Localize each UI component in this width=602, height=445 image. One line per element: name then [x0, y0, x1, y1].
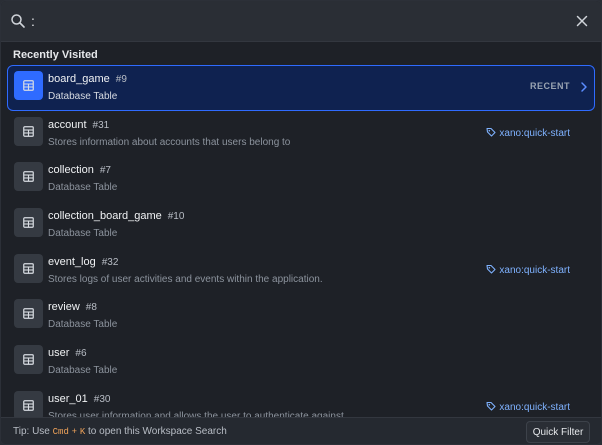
item-id: #8: [85, 302, 97, 314]
item-id: #6: [75, 348, 87, 360]
item-description: Stores information about accounts that u…: [48, 136, 291, 148]
item-name: board_game: [48, 73, 110, 85]
tag-label: xano:quick-start: [499, 264, 570, 276]
item-id: #31: [92, 119, 110, 131]
item-name: account: [48, 118, 87, 131]
item-title: user_01 #30: [48, 393, 110, 405]
table-icon: [14, 208, 43, 238]
tip-suffix: to open this Workspace Search: [88, 426, 227, 437]
list-item[interactable]: collection #7 Database Table: [7, 156, 595, 202]
quick-filter-button[interactable]: Quick Filter: [526, 421, 590, 443]
item-title: account #31: [48, 119, 109, 131]
kbd-plus: +: [71, 427, 78, 437]
item-tag[interactable]: xano:quick-start: [486, 264, 570, 277]
item-name: review: [48, 301, 80, 314]
search-input[interactable]: [31, 10, 551, 32]
footer: Tip: Use Cmd + K to open this Workspace …: [1, 417, 601, 444]
list-item[interactable]: user #6 Database Table: [7, 339, 595, 385]
list-item[interactable]: user_01 #30 Stores user information and al…: [7, 385, 595, 417]
table-icon: [14, 253, 43, 283]
list-item[interactable]: collection_board_game #10 Database Table: [7, 202, 595, 248]
table-icon: [14, 299, 43, 329]
table-icon: [14, 390, 43, 417]
item-title: board_game #9: [48, 73, 127, 85]
table-icon: [14, 162, 43, 192]
recent-badge: RECENT: [529, 81, 570, 91]
item-name: event_log: [48, 255, 96, 268]
item-description: Database Table: [48, 319, 118, 331]
kbd-cmd: Cmd: [52, 427, 69, 437]
tag-icon: [486, 401, 496, 414]
kbd-k: K: [79, 427, 86, 437]
item-title: user #6: [48, 347, 87, 359]
chevron-right-icon: [578, 80, 590, 92]
item-id: #30: [93, 393, 111, 405]
close-icon[interactable]: [573, 12, 591, 30]
results-list: board_game #9 Database Table RECENT account #…: [1, 65, 601, 417]
item-title: event_log #32: [48, 256, 118, 268]
item-description: Database Table: [48, 91, 118, 102]
table-icon: [14, 71, 43, 100]
item-name: collection: [48, 164, 94, 177]
item-description: Stores logs of user activities and event…: [48, 273, 323, 285]
list-item[interactable]: account #31 Stores information about accou…: [7, 111, 595, 157]
item-title: collection #7: [48, 164, 111, 176]
list-item[interactable]: board_game #9 Database Table RECENT: [7, 65, 595, 111]
tag-icon: [486, 127, 496, 140]
tag-icon: [486, 264, 496, 277]
item-tag[interactable]: xano:quick-start: [486, 401, 570, 414]
list-item[interactable]: event_log #32 Stores logs of user activiti…: [7, 248, 595, 294]
item-description: Database Table: [48, 365, 118, 377]
item-id: #7: [99, 165, 111, 177]
tag-label: xano:quick-start: [499, 127, 570, 139]
tag-label: xano:quick-start: [499, 401, 570, 413]
search-bar: [1, 1, 601, 42]
table-icon: [14, 116, 43, 146]
item-name: user: [48, 347, 70, 360]
item-id: #9: [115, 74, 127, 85]
table-icon: [14, 345, 43, 375]
tip-text: Tip: Use Cmd + K to open this Workspace …: [13, 426, 227, 437]
search-icon: [10, 13, 26, 29]
tip-prefix: Tip: Use: [13, 426, 50, 437]
item-description: Database Table: [48, 228, 118, 240]
item-tag[interactable]: xano:quick-start: [486, 127, 570, 140]
item-id: #10: [167, 211, 185, 223]
item-name: user_01: [48, 392, 88, 405]
item-description: Database Table: [48, 182, 118, 194]
item-title: review #8: [48, 301, 97, 313]
item-title: collection_board_game #10: [48, 210, 184, 222]
list-item[interactable]: review #8 Database Table: [7, 293, 595, 339]
item-name: collection_board_game: [48, 210, 162, 223]
section-title: Recently Visited: [13, 49, 98, 61]
item-id: #32: [101, 256, 119, 268]
workspace-search-modal: Recently Visited board_game #9 Database Ta…: [0, 0, 602, 445]
